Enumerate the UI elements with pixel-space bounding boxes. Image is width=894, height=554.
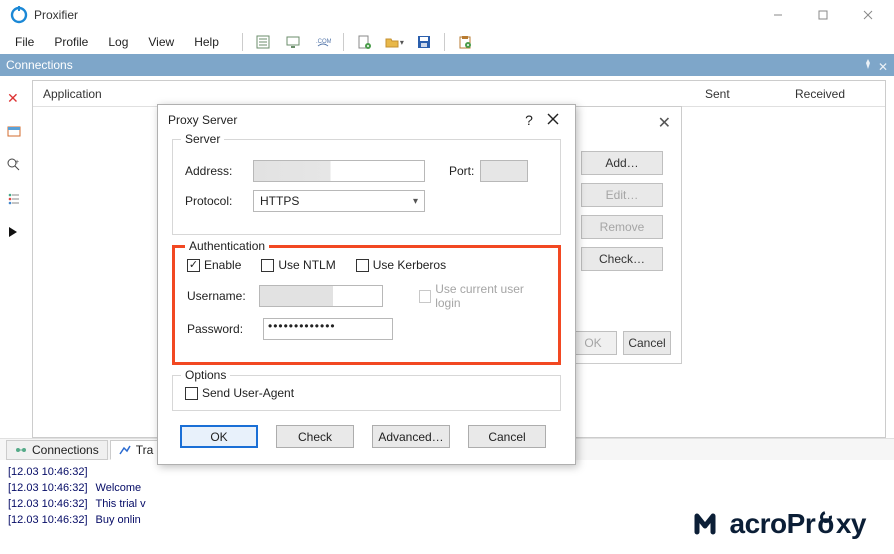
toolbar-dns-icon[interactable]: .COM <box>313 32 333 52</box>
tab-traffic[interactable]: Tra <box>110 440 163 460</box>
toolbar-list-icon[interactable] <box>253 32 273 52</box>
dialog-cancel-button[interactable]: Cancel <box>468 425 546 448</box>
minimize-button[interactable] <box>755 1 800 29</box>
close-button[interactable] <box>845 1 890 29</box>
auth-legend: Authentication <box>185 239 269 253</box>
protocol-select[interactable]: HTTPS ▾ <box>253 190 425 212</box>
left-toolbar: ✕ + <box>0 76 30 438</box>
proxy-list-panel: ✕ Add… Edit… Remove Check… OK Cancel <box>562 106 682 364</box>
address-input[interactable] <box>253 160 425 182</box>
app-icon <box>10 6 28 24</box>
column-sent[interactable]: Sent <box>705 87 795 101</box>
dialog-close-icon[interactable] <box>541 113 565 128</box>
maximize-button[interactable] <box>800 1 845 29</box>
panel-cancel-button[interactable]: Cancel <box>623 331 671 355</box>
password-input[interactable]: ••••••••••••• <box>263 318 393 340</box>
connections-bar-title: Connections <box>6 58 73 72</box>
port-label: Port: <box>449 164 474 178</box>
server-group: Server Address: Port: Protocol: HTTPS ▾ <box>172 139 561 235</box>
left-window-icon[interactable] <box>7 124 23 140</box>
username-label: Username: <box>187 289 253 303</box>
menu-view[interactable]: View <box>139 32 183 52</box>
tab-connections[interactable]: Connections <box>6 440 108 460</box>
titlebar: Proxifier <box>0 0 894 30</box>
menu-profile[interactable]: Profile <box>45 32 97 52</box>
tab-traffic-label: Tra <box>136 443 154 457</box>
chevron-down-icon: ▾ <box>413 196 418 207</box>
left-tree-icon[interactable] <box>7 192 23 208</box>
options-group: Options Send User-Agent <box>172 375 561 411</box>
use-kerberos-checkbox[interactable]: Use Kerberos <box>356 258 446 272</box>
panel-close-icon[interactable]: ✕ <box>658 113 671 133</box>
toolbar-page-icon[interactable] <box>354 32 374 52</box>
send-user-agent-checkbox[interactable]: Send User-Agent <box>185 386 548 400</box>
toolbar-save-icon[interactable] <box>414 32 434 52</box>
options-legend: Options <box>181 368 230 382</box>
username-input[interactable] <box>259 285 383 307</box>
dialog-help-icon[interactable]: ? <box>517 112 541 128</box>
svg-text:+: + <box>15 159 19 166</box>
menu-file[interactable]: File <box>6 32 43 52</box>
check-button[interactable]: Check… <box>581 247 663 271</box>
menu-log[interactable]: Log <box>99 32 137 52</box>
column-received[interactable]: Received <box>795 87 885 101</box>
macroproxy-logo: acroProxy <box>694 508 866 540</box>
protocol-value: HTTPS <box>260 194 299 208</box>
dialog-advanced-button[interactable]: Advanced… <box>372 425 450 448</box>
column-application[interactable]: Application <box>43 87 705 101</box>
pin-icon[interactable]: ✕ <box>861 57 888 74</box>
left-close-icon[interactable]: ✕ <box>7 90 23 106</box>
log-line: [12.03 10:46:32] <box>8 464 886 480</box>
left-play-icon[interactable] <box>7 226 23 242</box>
toolbar-folder-icon[interactable]: ▾ <box>384 32 404 52</box>
proxy-server-dialog: Proxy Server ? Server Address: Port: Pro… <box>157 104 576 465</box>
menu-help[interactable]: Help <box>185 32 228 52</box>
address-label: Address: <box>185 164 247 178</box>
dialog-check-button[interactable]: Check <box>276 425 354 448</box>
use-current-user-checkbox: Use current user login <box>419 282 546 310</box>
tab-connections-label: Connections <box>32 443 99 457</box>
password-label: Password: <box>187 322 257 336</box>
dialog-ok-button[interactable]: OK <box>180 425 258 448</box>
edit-button[interactable]: Edit… <box>581 183 663 207</box>
remove-button[interactable]: Remove <box>581 215 663 239</box>
window-title: Proxifier <box>34 8 755 22</box>
use-ntlm-checkbox[interactable]: Use NTLM <box>261 258 335 272</box>
authentication-group: Authentication Enable Use NTLM Use Kerbe… <box>172 245 561 365</box>
dialog-title: Proxy Server <box>168 113 517 127</box>
toolbar-monitor-icon[interactable] <box>283 32 303 52</box>
connections-bar: Connections ✕ <box>0 54 894 76</box>
add-button[interactable]: Add… <box>581 151 663 175</box>
port-input[interactable] <box>480 160 528 182</box>
server-legend: Server <box>181 132 224 146</box>
log-line: [12.03 10:46:32]Welcome <box>8 480 886 496</box>
toolbar-clipboard-icon[interactable] <box>455 32 475 52</box>
enable-checkbox[interactable]: Enable <box>187 258 241 272</box>
menubar: File Profile Log View Help .COM ▾ <box>0 30 894 54</box>
panel-ok-button[interactable]: OK <box>569 331 617 355</box>
left-search-icon[interactable]: + <box>7 158 23 174</box>
protocol-label: Protocol: <box>185 194 247 208</box>
